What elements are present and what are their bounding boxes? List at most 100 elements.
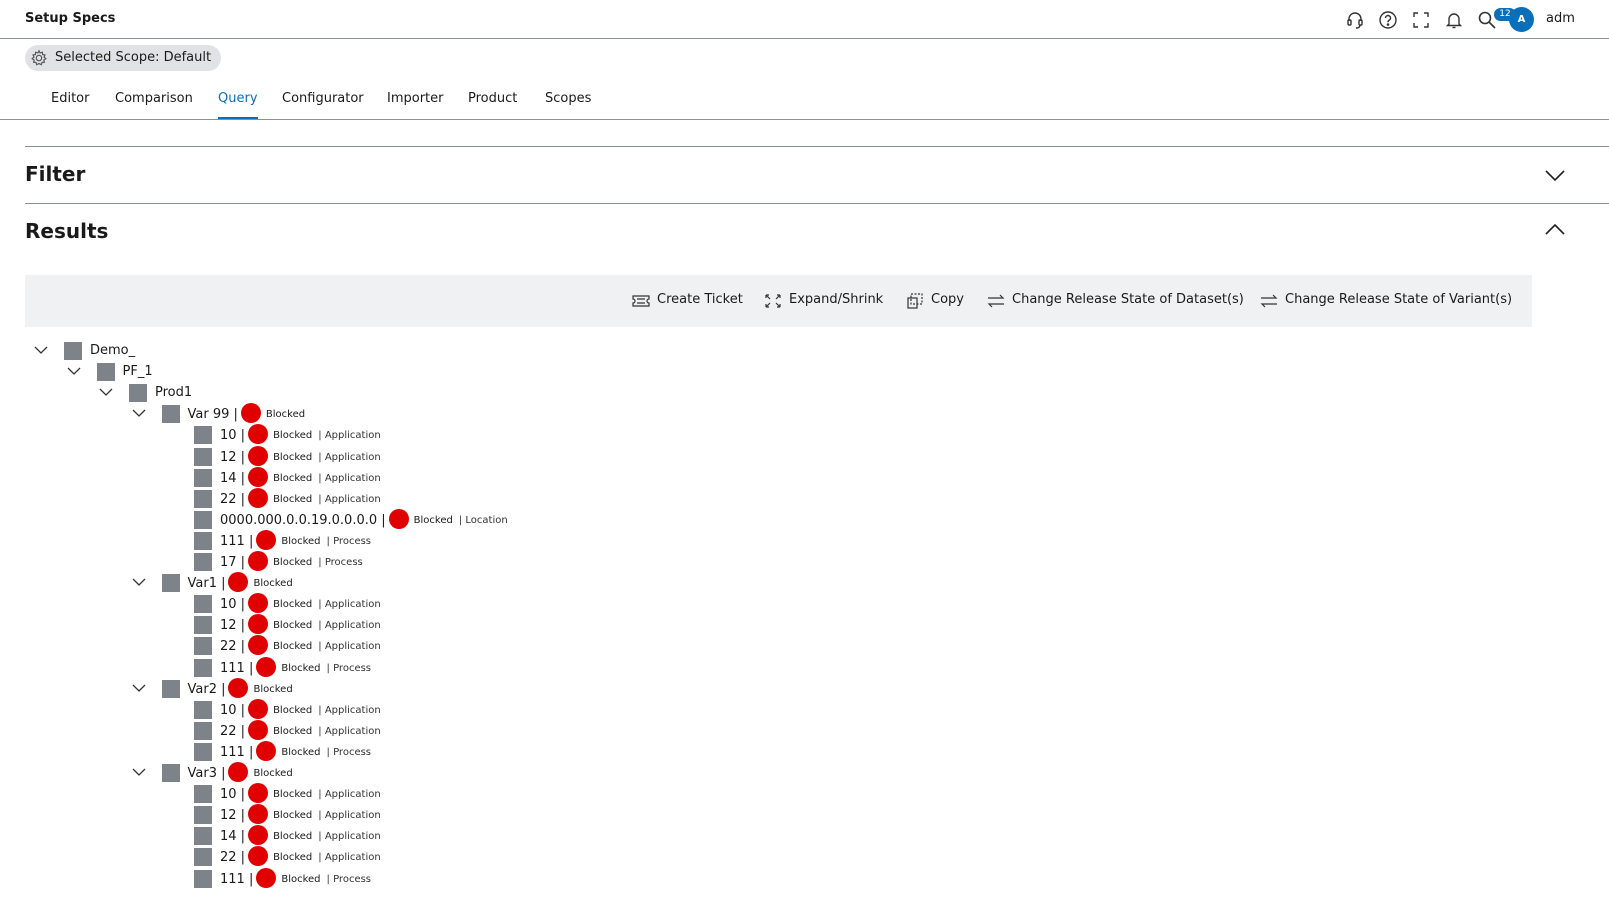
tree-row[interactable]: Var1 | Blocked: [0, 572, 1609, 593]
node-checkbox[interactable]: [161, 764, 180, 782]
tab-product[interactable]: Product: [468, 91, 517, 119]
tree-row[interactable]: 12 | Blocked | Application: [0, 804, 1609, 825]
node-checkbox[interactable]: [194, 869, 212, 888]
tab-configurator[interactable]: Configurator: [282, 91, 364, 119]
tree-row[interactable]: 14 | Blocked | Application: [0, 825, 1609, 846]
tree-node-label: 10 | Blocked | Application: [220, 698, 381, 719]
filter-section-title[interactable]: Filter: [25, 162, 85, 186]
tree-row[interactable]: Var 99 | Blocked: [0, 403, 1609, 424]
status-dot: [256, 867, 277, 888]
tree-row[interactable]: 0000.000.0.0.19.0.0.0.0 | Blocked | Locati…: [0, 508, 1609, 530]
chevron-down-icon[interactable]: [132, 681, 146, 695]
node-checkbox[interactable]: [64, 342, 82, 360]
tab-editor[interactable]: Editor: [51, 91, 89, 119]
node-type: | Application: [318, 725, 381, 737]
chevron-down-icon[interactable]: [132, 765, 146, 779]
tab-query[interactable]: Query: [218, 91, 258, 119]
chevron-down-icon[interactable]: [67, 364, 81, 378]
tree-row[interactable]: PF_1: [0, 361, 1609, 382]
chevron-down-icon[interactable]: [132, 406, 146, 420]
chevron-down-icon[interactable]: [132, 575, 146, 589]
scope-chip[interactable]: Selected Scope: Default: [25, 45, 221, 71]
release-state: Blocked: [281, 873, 321, 885]
tab-comparison[interactable]: Comparison: [115, 91, 193, 119]
tab-importer[interactable]: Importer: [387, 91, 444, 119]
node-checkbox[interactable]: [194, 848, 212, 867]
node-checkbox[interactable]: [194, 658, 212, 677]
tree-row[interactable]: 111 | Blocked | Process: [0, 867, 1609, 889]
node-checkbox[interactable]: [194, 806, 212, 825]
node-checkbox[interactable]: [194, 489, 212, 508]
tab-scopes[interactable]: Scopes: [545, 91, 591, 119]
status-dot: [248, 846, 269, 867]
tree-row[interactable]: Demo_: [0, 340, 1609, 361]
tree-row[interactable]: 10 | Blocked | Application: [0, 593, 1609, 614]
tree-row[interactable]: 17 | Blocked | Process: [0, 551, 1609, 572]
chevron-up-icon[interactable]: [1544, 222, 1566, 236]
tree-row[interactable]: Var3 | Blocked: [0, 762, 1609, 783]
tree-row[interactable]: 10 | Blocked | Application: [0, 424, 1609, 445]
node-name: 111 |: [220, 744, 254, 760]
node-type: | Application: [318, 789, 381, 801]
node-type: | Application: [318, 493, 381, 505]
release-state: Blocked: [265, 409, 306, 421]
node-checkbox[interactable]: [194, 721, 212, 740]
ticket-icon: [632, 295, 650, 307]
tree-row[interactable]: 22 | Blocked | Application: [0, 846, 1609, 867]
node-checkbox[interactable]: [194, 595, 212, 614]
tree-row[interactable]: Prod1: [0, 382, 1609, 403]
release-state: Blocked: [273, 831, 313, 843]
chevron-down-icon[interactable]: [99, 385, 113, 399]
tree-row[interactable]: Var2 | Blocked: [0, 677, 1609, 699]
node-checkbox[interactable]: [194, 553, 212, 571]
tree-row[interactable]: 10 | Blocked | Application: [0, 698, 1609, 720]
release-state: Blocked: [273, 430, 313, 442]
node-checkbox[interactable]: [129, 384, 147, 403]
tree-row[interactable]: 111 | Blocked | Process: [0, 656, 1609, 678]
node-checkbox[interactable]: [96, 363, 115, 382]
node-checkbox[interactable]: [194, 785, 212, 804]
user-name[interactable]: adm: [1546, 11, 1575, 26]
user-avatar[interactable]: A: [1509, 7, 1534, 32]
node-checkbox[interactable]: [161, 574, 180, 593]
node-checkbox[interactable]: [161, 679, 180, 698]
tree-node-label: 10 | Blocked | Application: [220, 593, 381, 614]
tree-row[interactable]: 22 | Blocked | Application: [0, 487, 1609, 509]
node-checkbox[interactable]: [194, 426, 212, 445]
chevron-down-icon[interactable]: [34, 343, 48, 357]
tree-row[interactable]: 111 | Blocked | Process: [0, 529, 1609, 551]
tree-row[interactable]: 12 | Blocked | Application: [0, 614, 1609, 635]
tree-node-label: 10 | Blocked | Application: [220, 783, 381, 804]
headset-icon[interactable]: [1345, 10, 1365, 30]
search-icon[interactable]: [1477, 10, 1497, 30]
status-dot: [248, 593, 269, 614]
node-checkbox[interactable]: [194, 637, 212, 656]
help-icon[interactable]: [1378, 10, 1398, 30]
notification-bell-icon[interactable]: [1444, 10, 1464, 30]
node-checkbox[interactable]: [194, 468, 212, 487]
tree-row[interactable]: 14 | Blocked | Application: [0, 466, 1609, 488]
chevron-down-icon[interactable]: [1544, 169, 1566, 183]
node-checkbox[interactable]: [194, 447, 212, 466]
node-checkbox[interactable]: [194, 510, 212, 529]
tree-row[interactable]: 111 | Blocked | Process: [0, 740, 1609, 762]
node-checkbox[interactable]: [194, 742, 212, 761]
tree-row[interactable]: 22 | Blocked | Application: [0, 719, 1609, 741]
node-name: 10 |: [220, 428, 246, 444]
results-section-title[interactable]: Results: [25, 219, 108, 243]
node-checkbox[interactable]: [194, 531, 212, 550]
tree-row[interactable]: 12 | Blocked | Application: [0, 445, 1609, 467]
node-checkbox[interactable]: [194, 616, 212, 635]
gear-icon: [31, 49, 47, 66]
change-dataset-release-label: Change Release State of Dataset(s): [1012, 292, 1244, 307]
node-checkbox[interactable]: [194, 700, 212, 719]
fullscreen-icon[interactable]: [1411, 10, 1431, 30]
node-checkbox[interactable]: [194, 827, 212, 846]
node-type: | Application: [318, 831, 381, 843]
node-name: Prod1: [155, 385, 193, 401]
tree-node-label: PF_1: [123, 364, 153, 379]
tree-row[interactable]: 22 | Blocked | Application: [0, 635, 1609, 656]
tab-bar: Editor Comparison Query Configurator Imp…: [0, 80, 1609, 120]
node-checkbox[interactable]: [161, 405, 180, 424]
tree-row[interactable]: 10 | Blocked | Application: [0, 783, 1609, 804]
